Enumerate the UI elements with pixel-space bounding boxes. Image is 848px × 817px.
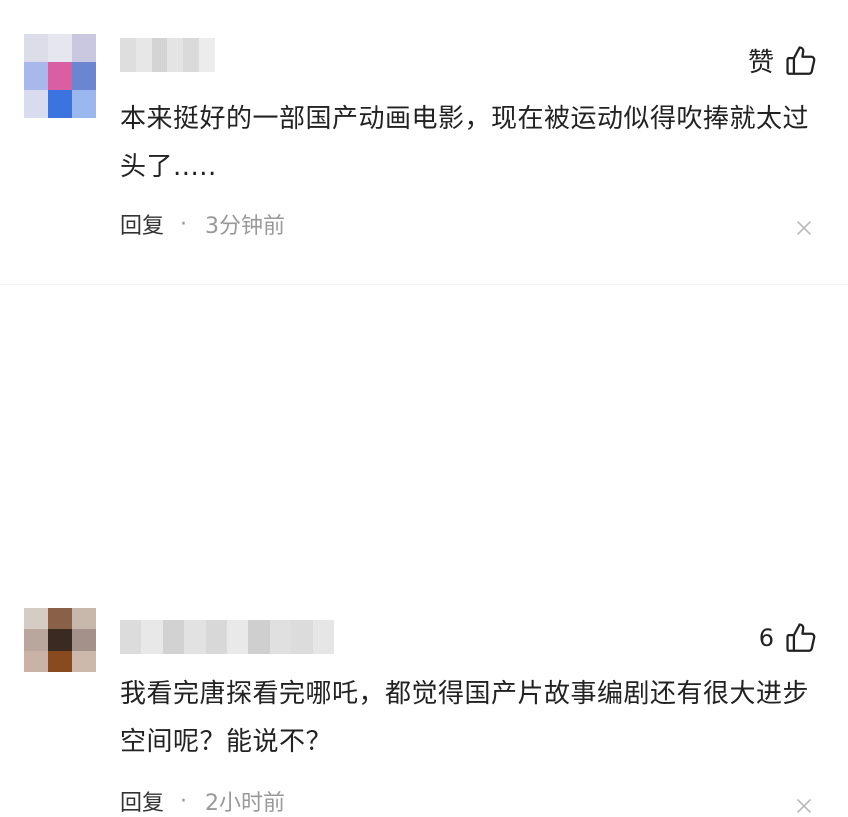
avatar[interactable] — [24, 608, 96, 672]
meta-separator: · — [180, 788, 188, 814]
like-button[interactable]: 赞 — [748, 42, 818, 79]
close-icon[interactable] — [794, 796, 814, 816]
reply-button[interactable]: 回复 — [120, 208, 164, 240]
thumbs-up-icon — [786, 623, 816, 652]
timestamp: 3分钟前 — [205, 214, 286, 239]
timestamp: 2小时前 — [205, 791, 286, 816]
like-count: 6 — [758, 624, 774, 652]
username-blurred[interactable] — [120, 620, 335, 654]
comment-item: 6 我看完唐探看完哪吒，都觉得国产片故事编剧还有很大进步空间呢？能说不？ 回复 … — [0, 285, 848, 816]
close-icon[interactable] — [794, 218, 814, 238]
comment-item: 赞 本来挺好的一部国产动画电影，现在被运动似得吹捧就太过头了..... 回复 ·… — [0, 0, 848, 285]
reply-button[interactable]: 回复 — [120, 785, 164, 817]
meta-separator: · — [180, 211, 188, 237]
comment-meta: 回复 · 2小时前 — [120, 785, 285, 817]
avatar[interactable] — [24, 34, 96, 118]
like-button[interactable]: 6 — [759, 621, 818, 655]
comment-text: 我看完唐探看完哪吒，都觉得国产片故事编剧还有很大进步空间呢？能说不？ — [120, 679, 810, 757]
comment-text: 本来挺好的一部国产动画电影，现在被运动似得吹捧就太过头了..... — [120, 104, 810, 182]
comment-meta: 回复 · 3分钟前 — [120, 208, 285, 240]
username-blurred[interactable] — [120, 38, 215, 72]
thumbs-up-icon — [786, 45, 816, 75]
like-label: 赞 — [747, 48, 774, 78]
